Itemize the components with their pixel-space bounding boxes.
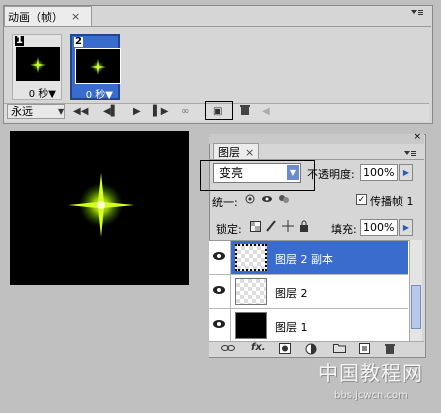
disabled-button: ◀ <box>262 106 270 117</box>
trash-icon[interactable] <box>240 104 250 119</box>
folder-icon[interactable] <box>333 343 346 356</box>
glow-star-image <box>68 173 134 237</box>
highlight-box <box>205 101 233 120</box>
scrollbar-thumb[interactable] <box>411 285 421 329</box>
previous-frame-button[interactable]: ◀▌ <box>103 104 118 119</box>
fill-slider-arrow-icon[interactable]: ▶ <box>399 219 413 236</box>
tab-animation-label: 动画（帧） <box>8 10 63 24</box>
opacity-label: 不透明度: <box>307 168 355 181</box>
layer-thumbnail <box>235 278 267 305</box>
document-canvas[interactable] <box>10 131 189 285</box>
layer-row[interactable]: 图层 2 <box>209 275 408 309</box>
layer-row[interactable]: 图层 1 <box>209 309 408 343</box>
link-icon[interactable] <box>221 343 235 356</box>
opacity-input[interactable]: 100% <box>360 164 398 181</box>
watermark-url: bbs.jcwcn.com <box>334 390 408 401</box>
layer-thumbnail <box>235 312 267 339</box>
highlight-box <box>200 160 315 191</box>
close-icon[interactable]: × <box>245 146 254 159</box>
layer-name: 图层 2 <box>275 287 308 300</box>
frame-thumbnail <box>16 47 60 81</box>
layers-list: 图层 2 副本 图层 2 图层 1 <box>209 240 409 343</box>
next-frame-button[interactable]: ▌▶ <box>153 104 168 119</box>
lock-brush-icon[interactable] <box>265 220 276 235</box>
tween-button[interactable]: ∞ <box>181 104 189 119</box>
propagate-frame-checkbox[interactable]: ✓ <box>356 194 367 205</box>
frame-delay[interactable]: 0 秒▼ <box>86 86 113 101</box>
loop-select[interactable]: 永远 <box>7 104 65 119</box>
propagate-frame-label: 传播帧 1 <box>370 195 414 208</box>
unify-position-icon[interactable] <box>244 193 256 208</box>
adjustment-layer-icon[interactable] <box>305 343 317 358</box>
chevron-down-icon[interactable]: ▼ <box>58 104 64 119</box>
lock-label: 锁定: <box>216 223 242 236</box>
watermark-logo: 中国教程网 <box>318 361 423 385</box>
panel-menu-icon[interactable] <box>410 9 424 20</box>
first-frame-button[interactable]: ◀◀ <box>73 104 88 119</box>
lock-all-icon[interactable] <box>299 220 309 235</box>
loop-value: 永远 <box>11 105 33 118</box>
new-layer-icon[interactable] <box>359 343 370 357</box>
tab-animation[interactable]: 动画（帧） × <box>4 6 92 26</box>
unify-visibility-icon[interactable] <box>261 193 273 208</box>
close-icon[interactable]: × <box>71 10 80 23</box>
unify-label: 统一: <box>212 196 238 209</box>
frame-thumbnail <box>75 48 121 84</box>
layer-name: 图层 1 <box>275 321 308 334</box>
tab-layers-label: 图层 <box>218 146 240 159</box>
animation-frame-1[interactable]: 1 0 秒▼ <box>12 34 62 100</box>
fill-input[interactable]: 100% <box>360 219 398 236</box>
fx-icon[interactable]: fx. <box>251 342 266 353</box>
lock-transparency-icon[interactable] <box>250 221 261 235</box>
fill-label: 填充: <box>331 223 357 236</box>
eye-icon[interactable] <box>209 309 231 342</box>
unify-style-icon[interactable] <box>278 193 290 208</box>
layer-name: 图层 2 副本 <box>275 253 333 266</box>
play-button[interactable]: ▶ <box>133 104 141 119</box>
eye-icon[interactable] <box>209 275 231 308</box>
layers-bottom-toolbar: fx. <box>209 341 424 357</box>
eye-icon[interactable] <box>209 241 231 274</box>
animation-frame-2[interactable]: 2 0 秒▼ <box>70 34 121 101</box>
frame-number: 1 <box>15 35 24 46</box>
frame-delay[interactable]: 0 秒▼ <box>29 85 56 100</box>
tab-layers[interactable]: 图层 × <box>213 143 259 160</box>
lock-move-icon[interactable] <box>282 220 294 235</box>
frame-number: 2 <box>74 36 83 47</box>
tab-divider <box>3 26 431 27</box>
trash-icon[interactable] <box>385 343 395 358</box>
layer-row[interactable]: 图层 2 副本 <box>209 241 408 275</box>
layers-scrollbar[interactable] <box>409 240 422 341</box>
close-icon[interactable]: × <box>413 132 421 142</box>
layer-thumbnail <box>235 244 267 271</box>
mask-icon[interactable] <box>279 343 291 357</box>
opacity-slider-arrow-icon[interactable]: ▶ <box>399 164 413 181</box>
